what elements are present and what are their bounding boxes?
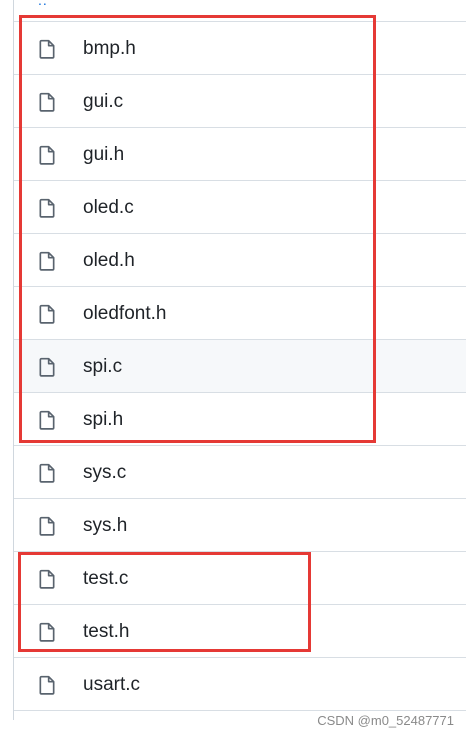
file-browser-page: .. bmp.h gui.c gui.h oled.c oled.h oledf… [0, 0, 466, 738]
file-icon [39, 198, 55, 218]
file-icon [39, 675, 55, 695]
file-icon [39, 569, 55, 589]
parent-directory-link[interactable]: .. [38, 0, 48, 8]
file-row[interactable]: spi.c [14, 340, 466, 393]
file-row[interactable]: sys.h [14, 499, 466, 552]
file-row[interactable]: oled.h [14, 234, 466, 287]
file-name-link[interactable]: gui.c [83, 91, 123, 113]
watermark: CSDN @m0_52487771 [317, 713, 454, 728]
file-name-link[interactable]: gui.h [83, 144, 124, 166]
file-name-link[interactable]: test.c [83, 568, 128, 590]
file-icon [39, 410, 55, 430]
file-name-link[interactable]: test.h [83, 621, 129, 643]
file-name-link[interactable]: bmp.h [83, 38, 136, 60]
file-name-link[interactable]: oled.h [83, 250, 135, 272]
file-list: .. bmp.h gui.c gui.h oled.c oled.h oledf… [13, 0, 466, 720]
file-row[interactable]: test.c [14, 552, 466, 605]
parent-directory-row[interactable]: .. [14, 0, 466, 22]
file-row[interactable]: gui.h [14, 128, 466, 181]
file-name-link[interactable]: usart.c [83, 674, 140, 696]
file-row[interactable]: oled.c [14, 181, 466, 234]
file-icon [39, 304, 55, 324]
file-name-link[interactable]: oledfont.h [83, 303, 166, 325]
file-icon [39, 39, 55, 59]
file-name-link[interactable]: sys.c [83, 462, 126, 484]
file-name-link[interactable]: spi.c [83, 356, 122, 378]
file-row[interactable]: usart.c [14, 658, 466, 711]
file-name-link[interactable]: sys.h [83, 515, 127, 537]
file-icon [39, 516, 55, 536]
file-icon [39, 357, 55, 377]
file-icon [39, 92, 55, 112]
file-icon [39, 145, 55, 165]
file-row[interactable]: test.h [14, 605, 466, 658]
file-row[interactable]: spi.h [14, 393, 466, 446]
file-name-link[interactable]: oled.c [83, 197, 134, 219]
file-name-link[interactable]: spi.h [83, 409, 123, 431]
file-row[interactable]: sys.c [14, 446, 466, 499]
file-row[interactable]: bmp.h [14, 22, 466, 75]
file-icon [39, 251, 55, 271]
file-row[interactable]: oledfont.h [14, 287, 466, 340]
file-icon [39, 463, 55, 483]
file-icon [39, 622, 55, 642]
file-row[interactable]: gui.c [14, 75, 466, 128]
